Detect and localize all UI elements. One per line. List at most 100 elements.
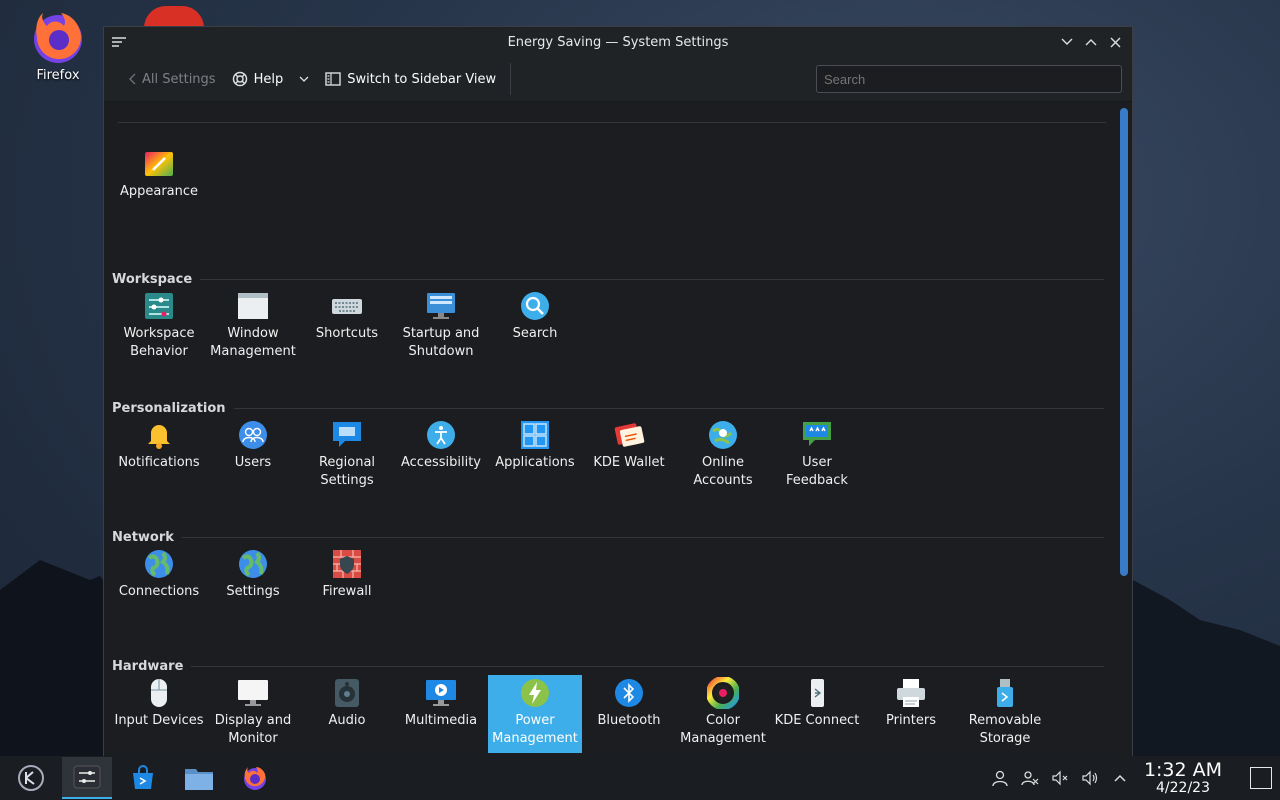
bluetooth-icon [613, 677, 645, 709]
settings-item-notifications[interactable]: Notifications [112, 417, 206, 495]
settings-item-power-management[interactable]: Power Management [488, 675, 582, 753]
show-desktop-button[interactable] [1250, 767, 1272, 789]
switch-sidebar-label: Switch to Sidebar View [347, 71, 497, 87]
desktop-icon-partial[interactable] [144, 6, 204, 28]
settings-item-startup-and-shutdown[interactable]: Startup and Shutdown [394, 288, 488, 366]
settings-item-label: Settings [226, 584, 280, 599]
settings-item-label: Color Management [680, 713, 766, 746]
help-label: Help [253, 71, 284, 87]
shopping-bag-icon [133, 765, 153, 789]
settings-item-label: Accessibility [401, 455, 481, 470]
settings-item-label: Notifications [118, 455, 200, 470]
settings-item-kde-wallet[interactable]: KDE Wallet [582, 417, 676, 495]
settings-item-appearance[interactable]: Appearance [112, 146, 206, 224]
task-dolphin[interactable] [174, 757, 224, 799]
all-settings-button[interactable]: All Settings [120, 64, 224, 94]
settings-item-label: KDE Wallet [593, 455, 665, 470]
volume-icon[interactable] [1080, 768, 1100, 788]
settings-item-kde-connect[interactable]: KDE Connect [770, 675, 864, 753]
settings-item-label: Removable Storage [968, 713, 1042, 746]
settings-item-label: Firewall [322, 584, 372, 599]
settings-item-accessibility[interactable]: Accessibility [394, 417, 488, 495]
digital-clock[interactable]: 1:32 AM 4/22/23 [1140, 760, 1226, 796]
users-icon [237, 419, 269, 451]
search-input[interactable] [816, 65, 1122, 93]
settings-item-label: Input Devices [114, 713, 204, 728]
settings-item-input-devices[interactable]: Input Devices [112, 675, 206, 753]
section-divider [200, 278, 1104, 280]
settings-item-window-management[interactable]: Window Management [206, 288, 300, 366]
all-settings-label: All Settings [142, 71, 216, 87]
tray-expand-icon[interactable] [1110, 768, 1130, 788]
settings-item-audio[interactable]: Audio [300, 675, 394, 753]
user-switch-icon[interactable] [1020, 768, 1040, 788]
accessibility-icon [425, 419, 457, 451]
settings-item-users[interactable]: Users [206, 417, 300, 495]
settings-item-multimedia[interactable]: Multimedia [394, 675, 488, 753]
settings-item-label: Connections [118, 584, 200, 599]
window-menu-icon [112, 37, 126, 47]
multimedia-icon [425, 677, 457, 709]
settings-item-user-feedback[interactable]: User Feedback [770, 417, 864, 495]
section-personalization: Personalization Notifications Users Regiona… [112, 400, 1104, 495]
firewall-icon [331, 548, 363, 580]
settings-item-label: Online Accounts [693, 455, 753, 488]
toolbar-separator [510, 63, 512, 95]
settings-item-display-and-monitor[interactable]: Display and Monitor [206, 675, 300, 753]
app-launcher-button[interactable] [6, 757, 56, 799]
task-discover[interactable] [118, 757, 168, 799]
settings-item-search[interactable]: Search [488, 288, 582, 366]
mouse-icon [143, 677, 175, 709]
section-divider [233, 407, 1104, 409]
settings-item-applications[interactable]: Applications [488, 417, 582, 495]
section-hardware: Hardware Input Devices Display and Monitor… [112, 658, 1104, 753]
clock-time: 1:32 AM [1143, 759, 1223, 781]
switch-sidebar-button[interactable]: Switch to Sidebar View [317, 64, 504, 94]
chevron-left-icon [129, 73, 136, 85]
settings-item-label: Regional Settings [318, 455, 376, 488]
window-menu-button[interactable] [104, 27, 134, 57]
settings-item-firewall[interactable]: Firewall [300, 546, 394, 624]
help-menu-button[interactable]: Help [224, 64, 318, 94]
settings-item-online-accounts[interactable]: Online Accounts [676, 417, 770, 495]
minimize-button[interactable] [1058, 33, 1076, 51]
settings-item-label: Display and Monitor [214, 713, 292, 746]
settings-item-printers[interactable]: Printers [864, 675, 958, 753]
close-icon [1110, 37, 1120, 47]
section-divider [181, 536, 1104, 538]
settings-item-connections[interactable]: Connections [112, 546, 206, 624]
titlebar[interactable]: Energy Saving — System Settings [104, 27, 1132, 57]
appearance-icon [143, 148, 175, 180]
firefox-icon [244, 767, 266, 790]
settings-item-label: Printers [885, 713, 937, 728]
task-firefox[interactable] [230, 757, 280, 799]
firefox-icon [29, 8, 87, 66]
search-icon [519, 290, 551, 322]
settings-item-workspace-behavior[interactable]: Workspace Behavior [112, 288, 206, 366]
section-title: Network [112, 529, 1104, 545]
system-settings-window: Energy Saving — System Settings All Sett… [103, 26, 1133, 758]
color-icon [707, 677, 739, 709]
monitor-icon [237, 677, 269, 709]
task-system-settings[interactable] [62, 757, 112, 799]
globe-icon [237, 548, 269, 580]
workspace-behavior-icon [143, 290, 175, 322]
close-button[interactable] [1106, 33, 1124, 51]
settings-item-settings[interactable]: Settings [206, 546, 300, 624]
settings-item-removable-storage[interactable]: Removable Storage [958, 675, 1052, 753]
kde-logo-icon [18, 765, 44, 791]
settings-item-color-management[interactable]: Color Management [676, 675, 770, 753]
scrollbar-thumb[interactable] [1120, 108, 1128, 576]
kdeconnect-icon [801, 677, 833, 709]
settings-item-label: Window Management [210, 326, 296, 359]
section-divider [191, 665, 1104, 667]
settings-item-shortcuts[interactable]: Shortcuts [300, 288, 394, 366]
user-icon[interactable] [990, 768, 1010, 788]
settings-item-regional-settings[interactable]: Regional Settings [300, 417, 394, 495]
printer-icon [895, 677, 927, 709]
maximize-button[interactable] [1082, 33, 1100, 51]
bell-icon [143, 419, 175, 451]
desktop-firefox[interactable]: Firefox [22, 8, 94, 83]
microphone-muted-icon[interactable] [1050, 768, 1070, 788]
settings-item-bluetooth[interactable]: Bluetooth [582, 675, 676, 753]
